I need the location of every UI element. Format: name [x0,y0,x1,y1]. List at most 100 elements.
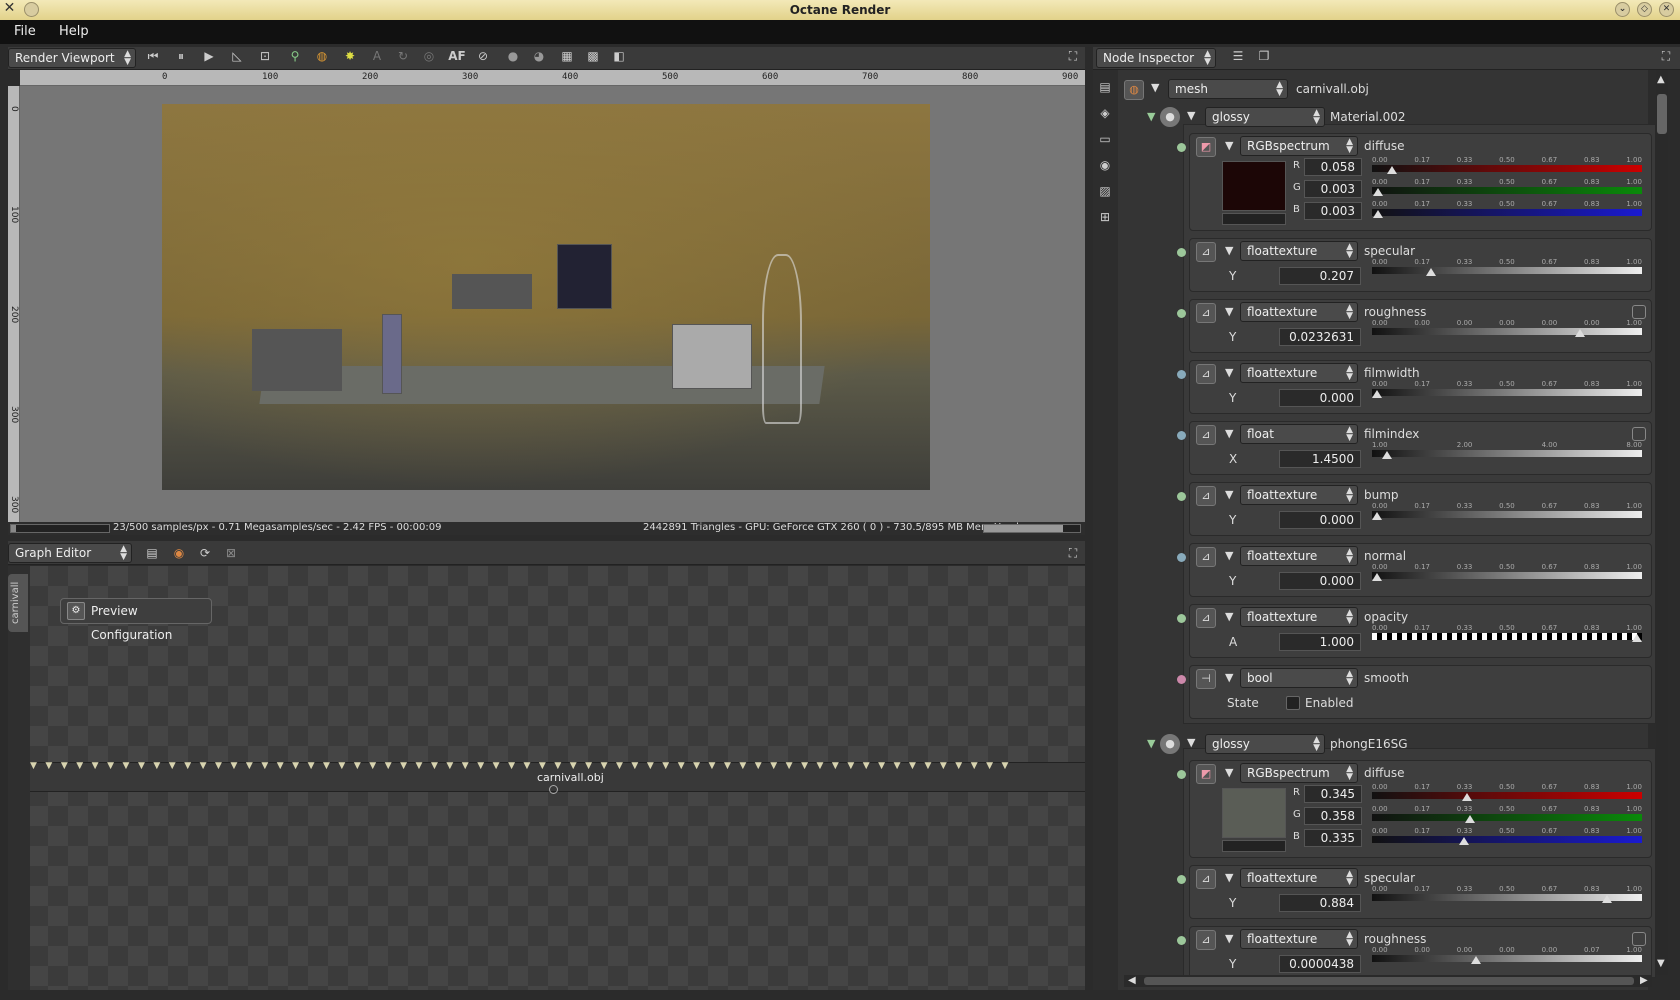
load-icon[interactable]: ◉ [170,544,188,562]
reload-icon[interactable]: ⟳ [196,544,214,562]
collapse-material-icon[interactable]: ▼ [1187,736,1195,749]
param-value-field[interactable]: 1.4500 [1279,450,1361,468]
inspector-horizontal-scrollbar[interactable]: ◀ ▶ [1124,975,1652,987]
smooth-checkbox[interactable] [1286,696,1300,710]
region-icon[interactable]: ◺ [228,47,246,65]
window-menu-icon[interactable] [24,2,39,17]
channel-slider[interactable]: 0.00 0.17 0.33 0.50 0.67 0.83 1.00 [1372,827,1642,845]
maximize-viewport-icon[interactable]: ⛶ [1064,47,1082,65]
param-type-select[interactable]: RGBspectrum ▲ ▼ [1240,136,1358,156]
param-slider[interactable]: 0.00 0.17 0.33 0.50 0.67 0.83 1.00 [1372,258,1642,276]
param-slider[interactable]: 0.00 0.17 0.33 0.50 0.67 0.83 1.00 [1372,380,1642,398]
slider-thumb[interactable] [1461,793,1472,801]
collapse-material-icon[interactable]: ▼ [1187,109,1195,122]
slider-thumb[interactable] [1382,451,1393,459]
collapse-param-icon[interactable]: ▼ [1225,932,1233,945]
input-pin[interactable] [1177,492,1186,501]
lock-resolution-icon[interactable]: ⊡ [256,47,274,65]
expand-param-icon[interactable] [1632,305,1646,319]
inspector-vertical-scrollbar[interactable]: ▲ ▼ [1656,70,1668,975]
export-icon[interactable]: ⊠ [222,544,240,562]
checker-icon[interactable]: ▩ [584,47,602,65]
channel-value-field[interactable]: 0.058 [1304,158,1362,176]
grid-icon[interactable]: ▦ [558,47,576,65]
param-value-field[interactable]: 0.000 [1279,389,1361,407]
collapse-param-icon[interactable]: ▼ [1225,488,1233,501]
pick-focus-icon[interactable]: ⚲ [286,47,304,65]
graph-tab-carnivall[interactable]: carnivall [8,574,28,632]
param-type-select[interactable]: floattexture ▲ ▼ [1240,929,1358,949]
input-pin[interactable] [1177,309,1186,318]
collapse-param-icon[interactable]: ▼ [1225,766,1233,779]
close-icon[interactable]: ✕ [2,1,17,17]
material-pin-icon[interactable]: ▼ [1147,110,1155,123]
slider-thumb[interactable] [1372,210,1383,218]
collapse-param-icon[interactable]: ▼ [1225,427,1233,440]
graph-icon[interactable]: ⊞ [1096,208,1114,226]
node-input-pins[interactable]: ▼▼▼▼▼▼▼▼▼▼▼▼▼▼▼▼▼▼▼▼▼▼▼▼▼▼▼▼▼▼▼▼▼▼▼▼▼▼▼▼… [30,762,1085,772]
scroll-up-icon[interactable]: ▲ [1657,74,1665,85]
input-pin[interactable] [1177,936,1186,945]
param-type-select[interactable]: floattexture ▲ ▼ [1240,485,1358,505]
param-value-field[interactable]: 1.000 [1279,633,1361,651]
input-pin[interactable] [1177,770,1186,779]
param-slider[interactable]: 1.00 2.00 4.00 8.00 [1372,441,1642,459]
hscroll-thumb[interactable] [1144,977,1634,985]
scroll-left-icon[interactable]: ◀ [1128,975,1136,986]
input-pin[interactable] [1177,248,1186,257]
node-list-icon[interactable]: ▤ [1096,78,1114,96]
image-icon[interactable]: ▨ [1096,182,1114,200]
collapse-icon[interactable]: ☰ [1229,47,1247,65]
slider-thumb[interactable] [1372,188,1383,196]
collapse-param-icon[interactable]: ▼ [1225,366,1233,379]
channel-slider[interactable]: 0.00 0.17 0.33 0.50 0.67 0.83 1.00 [1372,156,1642,174]
collapse-param-icon[interactable]: ▼ [1225,244,1233,257]
input-pin[interactable] [1177,614,1186,623]
inspector-selector[interactable]: Node Inspector ▲ ▼ [1096,48,1216,68]
material-type-select[interactable]: glossy ▲ ▼ [1205,107,1325,127]
slider-thumb[interactable] [1372,512,1382,520]
param-value-field[interactable]: 0.207 [1279,267,1361,285]
viewport-selector[interactable]: Render Viewport ▲ ▼ [8,48,136,68]
param-slider[interactable]: 0.00 0.00 0.00 0.00 0.00 0.00 1.00 [1372,319,1642,337]
material-type-select[interactable]: glossy ▲ ▼ [1205,734,1325,754]
camera-icon[interactable]: ⊘ [474,47,492,65]
input-pin[interactable] [1177,143,1186,152]
close-window-icon[interactable]: ✕ [1659,2,1674,17]
autofocus-icon[interactable]: AF [448,47,466,65]
collapse-param-icon[interactable]: ▼ [1225,305,1233,318]
environment-icon[interactable]: ◉ [1096,156,1114,174]
param-type-select[interactable]: floattexture ▲ ▼ [1240,546,1358,566]
param-type-select[interactable]: RGBspectrum ▲ ▼ [1240,763,1358,783]
input-pin[interactable] [1177,370,1186,379]
param-type-select[interactable]: floattexture ▲ ▼ [1240,302,1358,322]
input-pin[interactable] [1177,431,1186,440]
param-type-select[interactable]: floattexture ▲ ▼ [1240,607,1358,627]
channel-slider[interactable]: 0.00 0.17 0.33 0.50 0.67 0.83 1.00 [1372,783,1642,801]
channel-value-field[interactable]: 0.003 [1304,202,1362,220]
channel-slider[interactable]: 0.00 0.17 0.33 0.50 0.67 0.83 1.00 [1372,178,1642,196]
minimize-icon[interactable]: ⌄ [1615,2,1630,17]
sphere-alt-icon[interactable]: ◕ [530,47,548,65]
channel-slider[interactable]: 0.00 0.17 0.33 0.50 0.67 0.83 1.00 [1372,200,1642,218]
maximize-graph-icon[interactable]: ⛶ [1064,544,1082,562]
channel-value-field[interactable]: 0.345 [1304,785,1362,803]
graph-selector[interactable]: Graph Editor ▲ ▼ [8,543,132,563]
collapse-mesh-icon[interactable]: ▼ [1151,81,1159,94]
slider-thumb[interactable] [1459,837,1470,845]
maximize-inspector-icon[interactable]: ⛶ [1657,47,1675,65]
scroll-right-icon[interactable]: ▶ [1640,975,1648,986]
param-slider[interactable]: 0.00 0.00 0.00 0.00 0.00 0.07 1.00 [1372,946,1642,964]
channel-value-field[interactable]: 0.358 [1304,807,1362,825]
camera-settings-icon[interactable]: ◈ [1096,104,1114,122]
input-pin[interactable] [1177,675,1186,684]
play-icon[interactable]: ▶ [200,47,218,65]
param-slider[interactable]: 0.00 0.17 0.33 0.50 0.67 0.83 1.00 [1372,624,1642,642]
alpha-icon[interactable]: ◧ [610,47,628,65]
param-type-select[interactable]: float ▲ ▼ [1240,424,1358,444]
slider-thumb[interactable] [1425,268,1436,276]
material-pin-icon[interactable]: ▼ [1147,737,1155,750]
pick-light-icon[interactable]: ✸ [341,47,359,65]
maximize-icon[interactable]: ◇ [1637,2,1652,17]
pick-material-icon[interactable]: ◍ [313,47,331,65]
